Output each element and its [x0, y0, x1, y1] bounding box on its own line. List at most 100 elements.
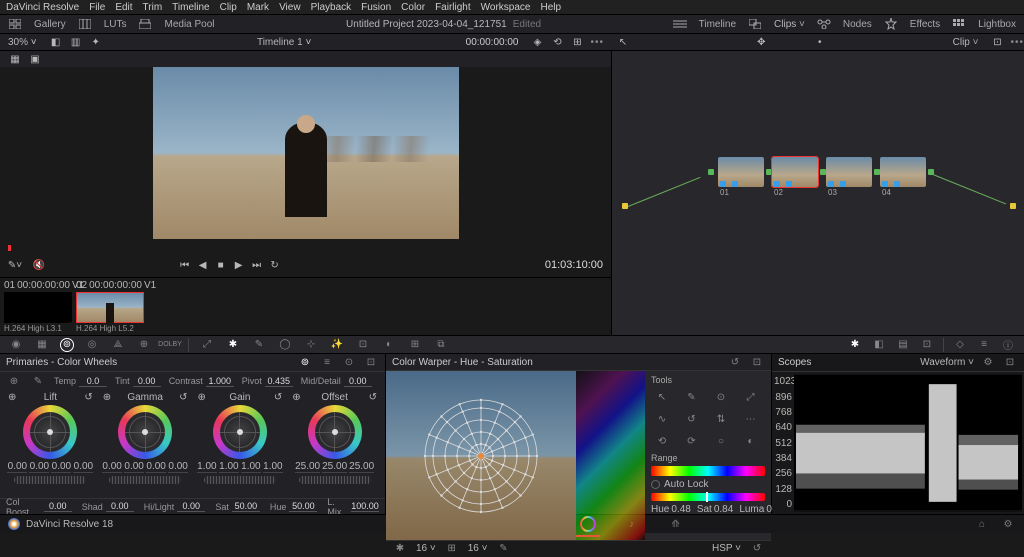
warp-redo-icon[interactable]: ⟳: [681, 432, 703, 450]
color-warper-icon[interactable]: ✱: [225, 337, 241, 353]
3d-icon[interactable]: ⧉: [433, 337, 449, 353]
warp-pin-icon[interactable]: ⊙: [710, 388, 732, 406]
warp-smooth-icon[interactable]: ∿: [651, 410, 673, 428]
deliver-page-icon[interactable]: ⟰: [668, 516, 684, 532]
info-icon[interactable]: ▤: [895, 337, 911, 353]
warp-pull-icon[interactable]: ⤢: [740, 388, 762, 406]
thumb-01[interactable]: 01 00:00:00:00 V1 H.264 High L3.1: [4, 280, 72, 333]
pivot-value[interactable]: 0.435: [265, 376, 293, 387]
loop-icon[interactable]: ⟲: [550, 35, 564, 49]
menu-edit[interactable]: Edit: [115, 2, 132, 13]
scope-opts-icon[interactable]: ⚙: [980, 355, 996, 371]
warp-draw-icon[interactable]: ✎: [681, 388, 703, 406]
warp-reset-icon[interactable]: ↺: [681, 410, 703, 428]
warp-more-icon[interactable]: ⋯: [740, 410, 762, 428]
shad-value[interactable]: 0.00: [106, 501, 134, 512]
warp-grid2-icon[interactable]: ⊞: [444, 541, 460, 557]
menu-timeline[interactable]: Timeline: [172, 2, 209, 13]
pointer-icon[interactable]: ↖: [616, 35, 630, 49]
auto-balance-icon[interactable]: ⊕: [6, 373, 22, 389]
expand-wheels-icon[interactable]: ⊡: [363, 355, 379, 371]
waveform-icon[interactable]: ≡: [976, 337, 992, 353]
warp-a-icon[interactable]: ○: [710, 432, 732, 450]
scope-mode-dropdown[interactable]: Waveform ˅: [920, 357, 974, 368]
warp-undo-icon[interactable]: ⟲: [651, 432, 673, 450]
split-icon[interactable]: ▥: [69, 35, 83, 49]
node-zoom-icon[interactable]: ⊡: [990, 35, 1004, 49]
contrast-value[interactable]: 1.000: [206, 376, 234, 387]
warp-select-icon[interactable]: ↖: [651, 388, 673, 406]
fx-icon[interactable]: [884, 17, 898, 31]
viewer-canvas[interactable]: [0, 67, 611, 239]
warp-pen-icon[interactable]: ✎: [496, 541, 512, 557]
motion-effects-icon[interactable]: ⊕: [136, 337, 152, 353]
log-mode-icon[interactable]: ⊙: [341, 355, 357, 371]
color-wheels-icon[interactable]: ⊚: [60, 338, 74, 352]
timeline-label[interactable]: Timeline: [699, 19, 736, 30]
hilight-value[interactable]: 0.00: [177, 501, 205, 512]
stop-icon[interactable]: ■: [214, 258, 228, 272]
scrubber[interactable]: [0, 239, 611, 253]
scopes-toggle-icon[interactable]: ◧: [871, 337, 887, 353]
mute-icon[interactable]: 🔇: [32, 258, 46, 272]
thumb-02[interactable]: 02 00:00:00:00 V1 H.264 High L5.2: [76, 280, 144, 333]
bars-mode-icon[interactable]: ≡: [319, 355, 335, 371]
bypass-icon[interactable]: ▦: [8, 52, 22, 66]
wand-icon[interactable]: ✎˅: [8, 258, 22, 272]
highlight-icon[interactable]: ✦: [89, 35, 103, 49]
hue-value[interactable]: 50.00: [289, 501, 317, 512]
nodes-label[interactable]: Nodes: [843, 19, 872, 30]
sat-value[interactable]: 50.00: [232, 501, 260, 512]
unmix-icon[interactable]: ⊞: [570, 35, 584, 49]
lightbox-icon[interactable]: [952, 17, 966, 31]
zoom-dropdown[interactable]: 30% ˅: [8, 37, 37, 48]
mediapool-icon[interactable]: [138, 17, 152, 31]
menu-file[interactable]: File: [89, 2, 105, 13]
warp-range-icon[interactable]: ⇅: [710, 410, 732, 428]
info-panel-icon[interactable]: ⓘ: [1000, 337, 1016, 353]
clip-mode-label[interactable]: Clip ˅: [953, 37, 979, 48]
luts-icon[interactable]: [78, 17, 92, 31]
home-icon[interactable]: ⌂: [974, 516, 990, 532]
warp-res2[interactable]: 16 ˅: [468, 543, 488, 554]
menu-playback[interactable]: Playback: [311, 2, 352, 13]
temp-value[interactable]: 0.0: [79, 376, 107, 387]
menu-fusion[interactable]: Fusion: [361, 2, 391, 13]
node-options-icon[interactable]: •••: [1010, 37, 1024, 48]
hue-slider[interactable]: [651, 493, 765, 501]
menu-color[interactable]: Color: [401, 2, 425, 13]
curves-icon[interactable]: ⤢: [199, 337, 215, 353]
gallery-label[interactable]: Gallery: [34, 19, 66, 30]
mid-value[interactable]: 0.00: [344, 376, 372, 387]
autolock-checkbox[interactable]: Auto Lock: [651, 479, 765, 490]
settings-icon[interactable]: ⚙: [1000, 516, 1016, 532]
play-icon[interactable]: ▶: [232, 258, 246, 272]
menu-trim[interactable]: Trim: [143, 2, 163, 13]
lmix-value[interactable]: 100.00: [351, 501, 379, 512]
mediapool-label[interactable]: Media Pool: [164, 19, 214, 30]
prev-clip-icon[interactable]: ⏮: [178, 258, 192, 272]
warper-gradient[interactable]: [576, 371, 645, 540]
warper-expand-icon[interactable]: ⊡: [749, 354, 765, 370]
wheel-gain[interactable]: ⊕Gain↺1.001.001.001.00: [194, 392, 287, 496]
wheel-gamma[interactable]: ⊕Gamma↺0.000.000.000.00: [99, 392, 192, 496]
expand-icon[interactable]: ⊡: [919, 337, 935, 353]
menu-app[interactable]: DaVinci Resolve: [6, 2, 79, 13]
menu-mark[interactable]: Mark: [247, 2, 269, 13]
sizing-icon[interactable]: ⊞: [407, 337, 423, 353]
magic-mask-icon[interactable]: ✨: [329, 337, 345, 353]
dolby-icon[interactable]: DOLBY: [162, 337, 178, 353]
viewer-timecode[interactable]: 00:00:00:00: [466, 37, 519, 48]
luts-label[interactable]: LUTs: [104, 19, 127, 30]
nodes-icon[interactable]: [817, 17, 831, 31]
keyframes-tab-icon[interactable]: ✱: [847, 337, 863, 353]
node-editor[interactable]: 01 02 03 04: [612, 51, 1024, 335]
wheels-mode-icon[interactable]: ⊚: [297, 355, 313, 371]
window-icon[interactable]: ◯: [277, 337, 293, 353]
timeline-icon[interactable]: [673, 17, 687, 31]
reverse-icon[interactable]: ◀: [196, 258, 210, 272]
loop-play-icon[interactable]: ↻: [268, 258, 282, 272]
image-wipe-icon[interactable]: ◧: [49, 35, 63, 49]
wheel-offset[interactable]: ⊕Offset↺25.0025.0025.00: [288, 392, 381, 496]
qualifier-icon[interactable]: ✎: [251, 337, 267, 353]
